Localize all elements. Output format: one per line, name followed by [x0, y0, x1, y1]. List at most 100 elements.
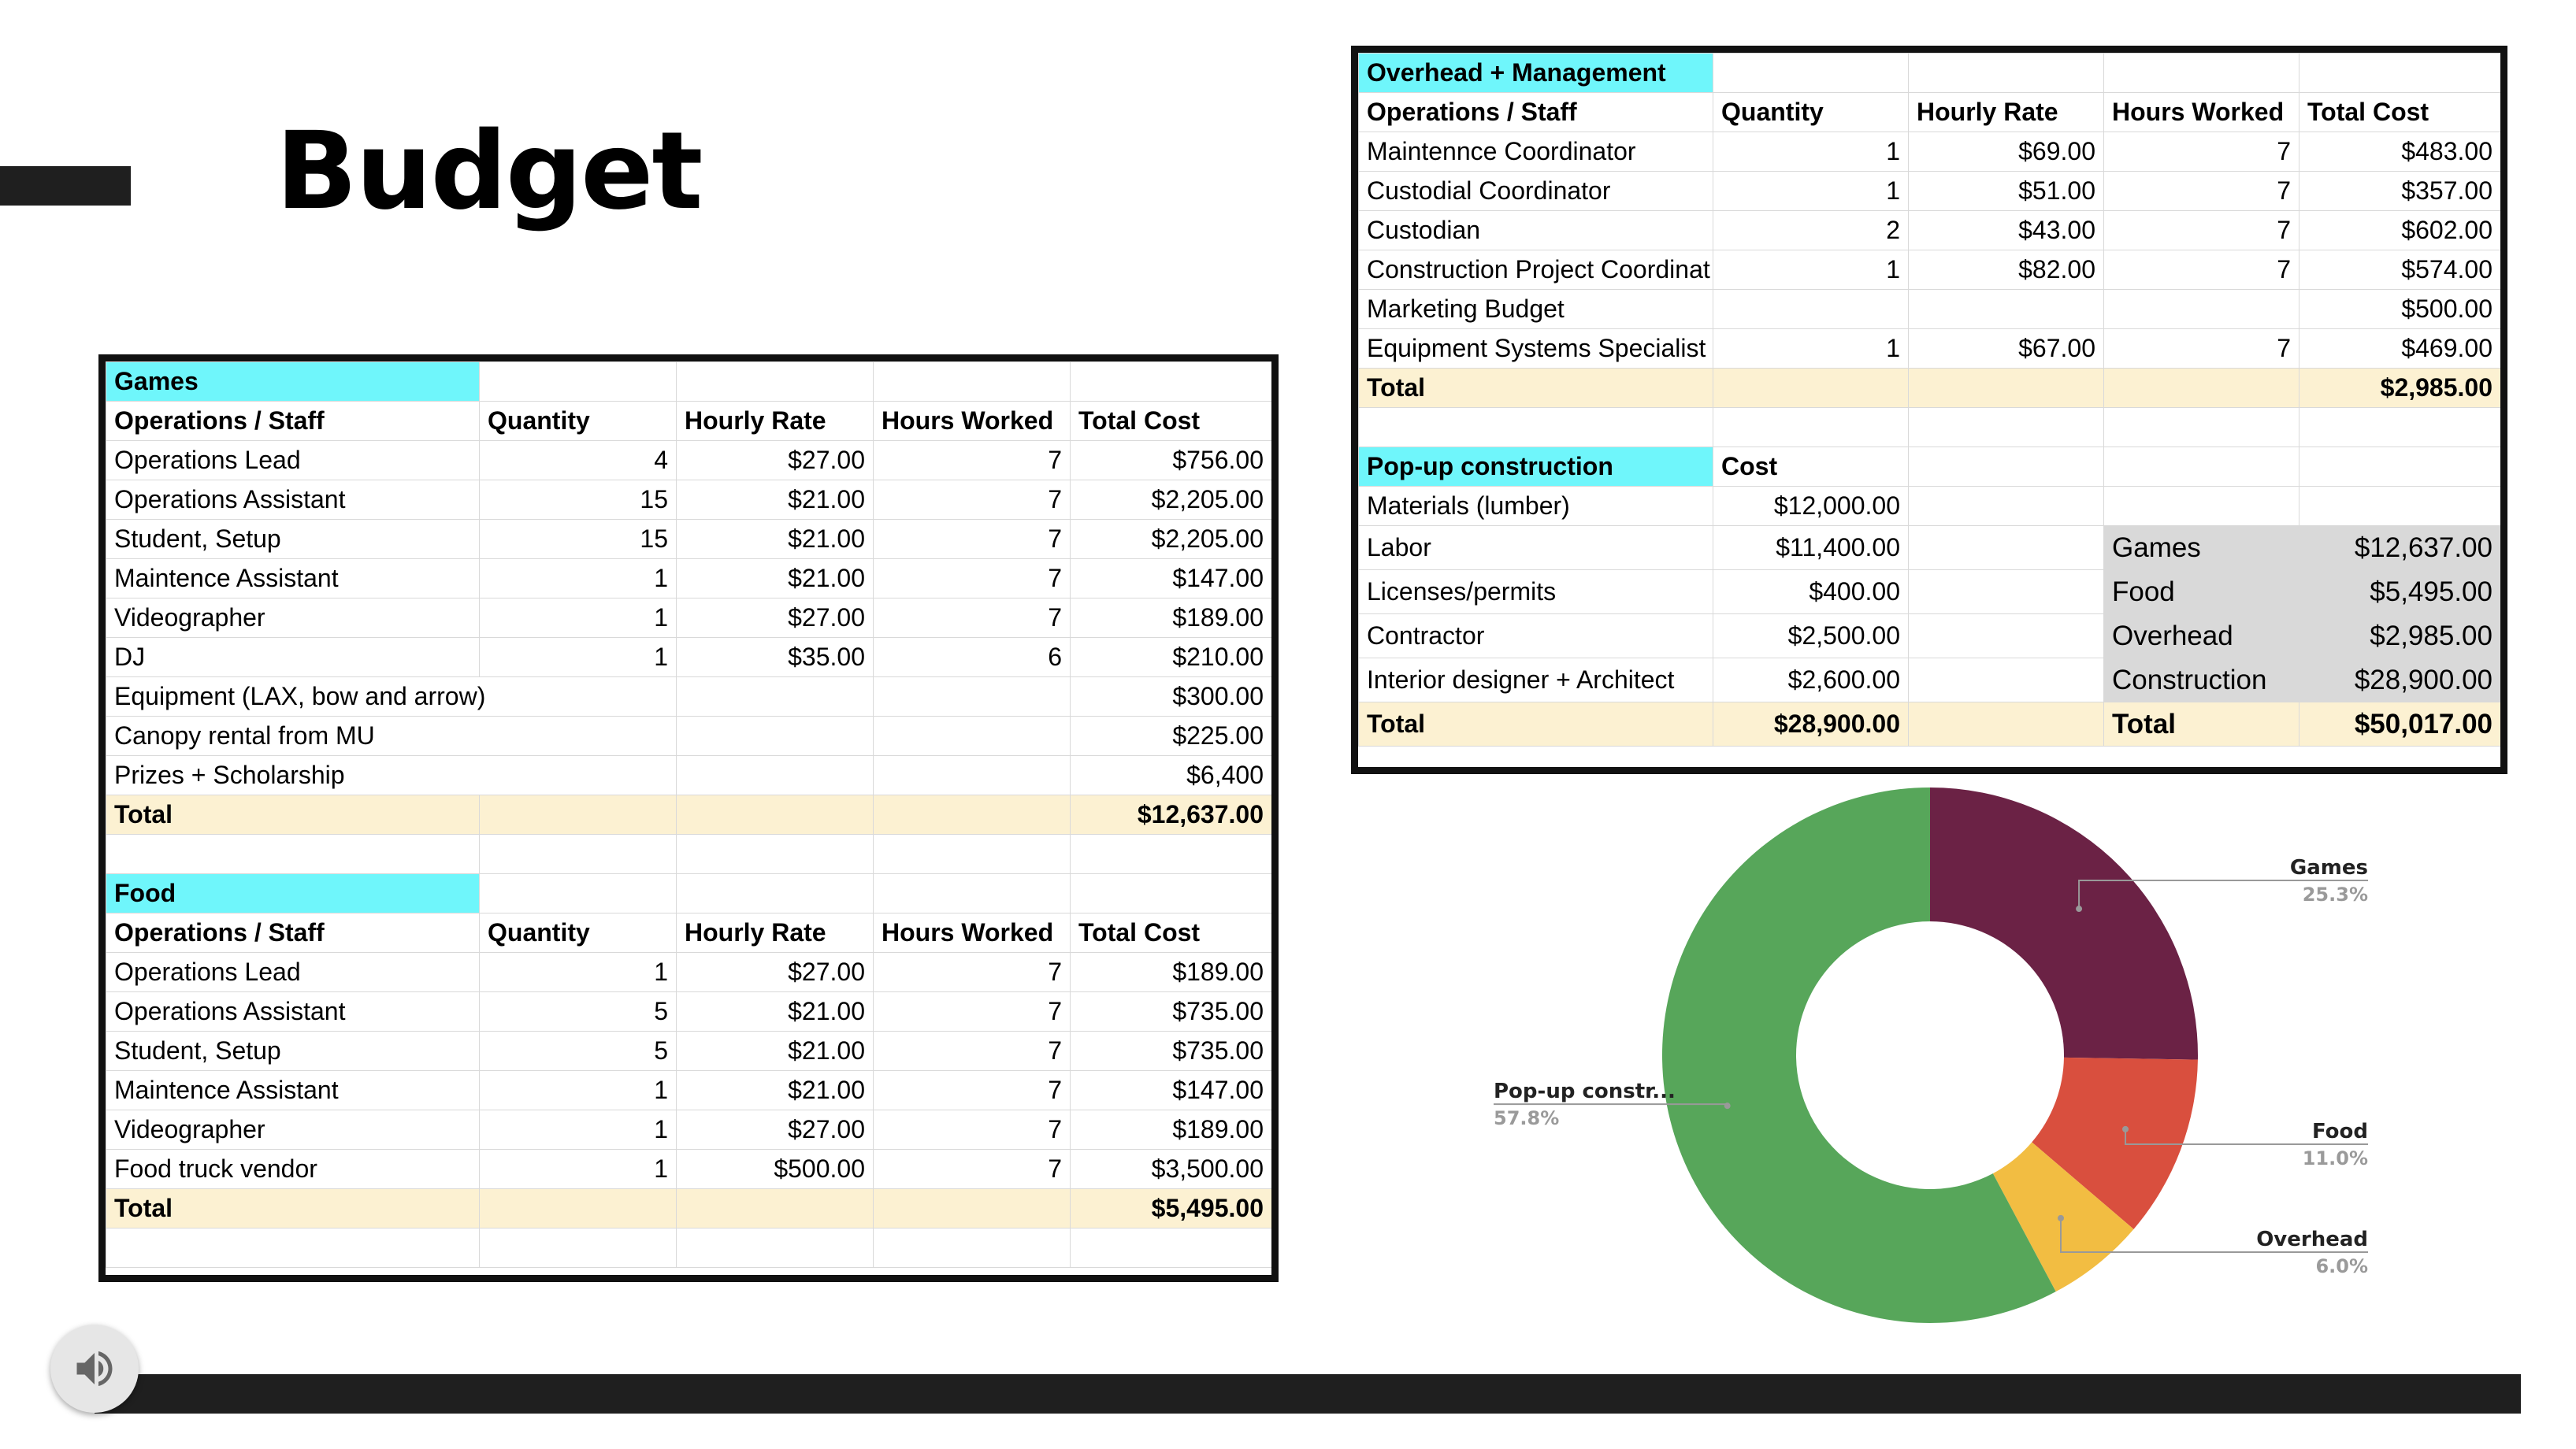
table-cell: 15	[479, 480, 677, 520]
table-cell: Operations Assistant	[106, 480, 480, 520]
slice-percent: 6.0%	[2315, 1255, 2368, 1277]
table-cell: Labor	[1358, 525, 1713, 570]
table-cell: Licenses/permits	[1358, 569, 1713, 614]
column-header: Hourly Rate	[676, 401, 874, 441]
table-cell	[2299, 447, 2500, 487]
table-cell	[676, 834, 874, 874]
table-cell	[873, 873, 1071, 914]
slice-percent: 25.3%	[2303, 884, 2368, 906]
table-cell: Custodial Coordinator	[1358, 171, 1713, 211]
table-row: Construction Project Coordinat 1 $82.00 7 $5…	[1358, 250, 2500, 290]
speaker-volume-icon	[76, 1351, 113, 1386]
table-row: Operations Lead 4 $27.00 7 $756.00	[106, 440, 1271, 480]
table-cell: $11,400.00	[1713, 525, 1909, 570]
speaker-button[interactable]	[50, 1325, 139, 1413]
table-cell: 1	[1713, 132, 1909, 172]
table-cell: $82.00	[1908, 250, 2104, 290]
summary-label: Games	[2103, 525, 2299, 570]
table-cell: 7	[873, 1149, 1071, 1189]
summary-value: $5,495.00	[2299, 569, 2500, 614]
summary-label: Food	[2103, 569, 2299, 614]
table-cell: $602.00	[2299, 210, 2500, 250]
table-cell	[873, 716, 1071, 756]
table-cell: 7	[873, 519, 1071, 559]
table-cell: $27.00	[676, 952, 874, 992]
table-row: Custodian 2 $43.00 7 $602.00	[1358, 210, 2500, 250]
total-label: Total	[106, 795, 480, 835]
column-header: Operations / Staff	[106, 401, 480, 441]
column-header: Hours Worked	[873, 401, 1071, 441]
table-cell: 7	[873, 1031, 1071, 1071]
table-row: Custodial Coordinator 1 $51.00 7 $357.00	[1358, 171, 2500, 211]
column-header: Hours Worked	[873, 913, 1071, 953]
summary-value: $12,637.00	[2299, 525, 2500, 570]
table-cell: $69.00	[1908, 132, 2104, 172]
table-cell	[1908, 702, 2104, 747]
table-row: Operations Assistant 5 $21.00 7 $735.00	[106, 991, 1271, 1032]
section-header: Food	[106, 873, 480, 914]
slice-label: Pop-up constr...	[1494, 1080, 1676, 1103]
table-cell	[106, 1228, 480, 1268]
table-cell: $574.00	[2299, 250, 2500, 290]
section-header-row: Food	[106, 873, 1271, 914]
table-cell: $27.00	[676, 1110, 874, 1150]
table-cell: Student, Setup	[106, 1031, 480, 1071]
table-row: Student, Setup 15 $21.00 7 $2,205.00	[106, 519, 1271, 559]
table-row: Student, Setup 5 $21.00 7 $735.00	[106, 1031, 1271, 1071]
table-cell: 7	[2103, 328, 2299, 369]
table-cell	[873, 795, 1071, 835]
table-cell: 7	[2103, 250, 2299, 290]
table-cell	[1908, 447, 2104, 487]
table-cell: Maintence Assistant	[106, 558, 480, 598]
column-header: Quantity	[1713, 92, 1909, 132]
table-cell	[479, 873, 677, 914]
table-cell: DJ	[106, 637, 480, 677]
table-cell	[2103, 368, 2299, 408]
table-cell: 7	[873, 1110, 1071, 1150]
column-header: Total Cost	[2299, 92, 2500, 132]
column-header: Quantity	[479, 913, 677, 953]
table-cell: $400.00	[1713, 569, 1909, 614]
table-row: Equipment Systems Specialist 1 $67.00 7 $469…	[1358, 328, 2500, 369]
table-row: DJ 1 $35.00 6 $210.00	[106, 637, 1271, 677]
budget-donut-chart: Games 25.3% Food 11.0% Overhead 6.0% Pop-up co…	[1494, 788, 2368, 1323]
table-cell: 7	[2103, 132, 2299, 172]
table-cell: $735.00	[1070, 1031, 1271, 1071]
table-cell: 1	[479, 1149, 677, 1189]
table-row: Interior designer + Architect $2,600.00 Co…	[1358, 658, 2500, 702]
table-cell: Operations Lead	[106, 440, 480, 480]
table-cell: $189.00	[1070, 598, 1271, 638]
table-row: Canopy rental from MU $225.00	[106, 716, 1271, 756]
table-cell	[479, 834, 677, 874]
table-cell: Custodian	[1358, 210, 1713, 250]
table-cell	[873, 361, 1071, 402]
blank-row	[1358, 407, 2500, 447]
column-header: Operations / Staff	[106, 913, 480, 953]
table-cell: 1	[479, 952, 677, 992]
leader-dot	[2122, 1125, 2129, 1132]
table-cell	[1358, 407, 1713, 447]
total-label: Total	[1358, 368, 1713, 408]
table-cell: 2	[1713, 210, 1909, 250]
table-cell: Student, Setup	[106, 519, 480, 559]
table-cell: Materials (lumber)	[1358, 486, 1713, 526]
table-row: Contractor $2,500.00 Overhead $2,985.00	[1358, 613, 2500, 658]
table-cell	[1908, 407, 2104, 447]
table-cell	[873, 676, 1071, 717]
table-cell: $27.00	[676, 598, 874, 638]
slice-percent: 57.8%	[1494, 1107, 1559, 1129]
table-cell: 1	[479, 558, 677, 598]
table-cell: Interior designer + Architect	[1358, 658, 1713, 702]
table-cell	[1908, 486, 2104, 526]
table-cell: $21.00	[676, 480, 874, 520]
table-cell	[2103, 486, 2299, 526]
table-cell: Operations Assistant	[106, 991, 480, 1032]
column-header: Cost	[1713, 447, 1909, 487]
column-header-row: Operations / Staff Quantity Hourly Rate Hou…	[106, 913, 1271, 953]
column-header-row: Operations / Staff Quantity Hourly Rate Hou…	[106, 401, 1271, 441]
table-cell: $357.00	[2299, 171, 2500, 211]
table-row: Videographer 1 $27.00 7 $189.00	[106, 598, 1271, 638]
table-cell: 1	[479, 598, 677, 638]
table-cell: $67.00	[1908, 328, 2104, 369]
table-cell: $483.00	[2299, 132, 2500, 172]
